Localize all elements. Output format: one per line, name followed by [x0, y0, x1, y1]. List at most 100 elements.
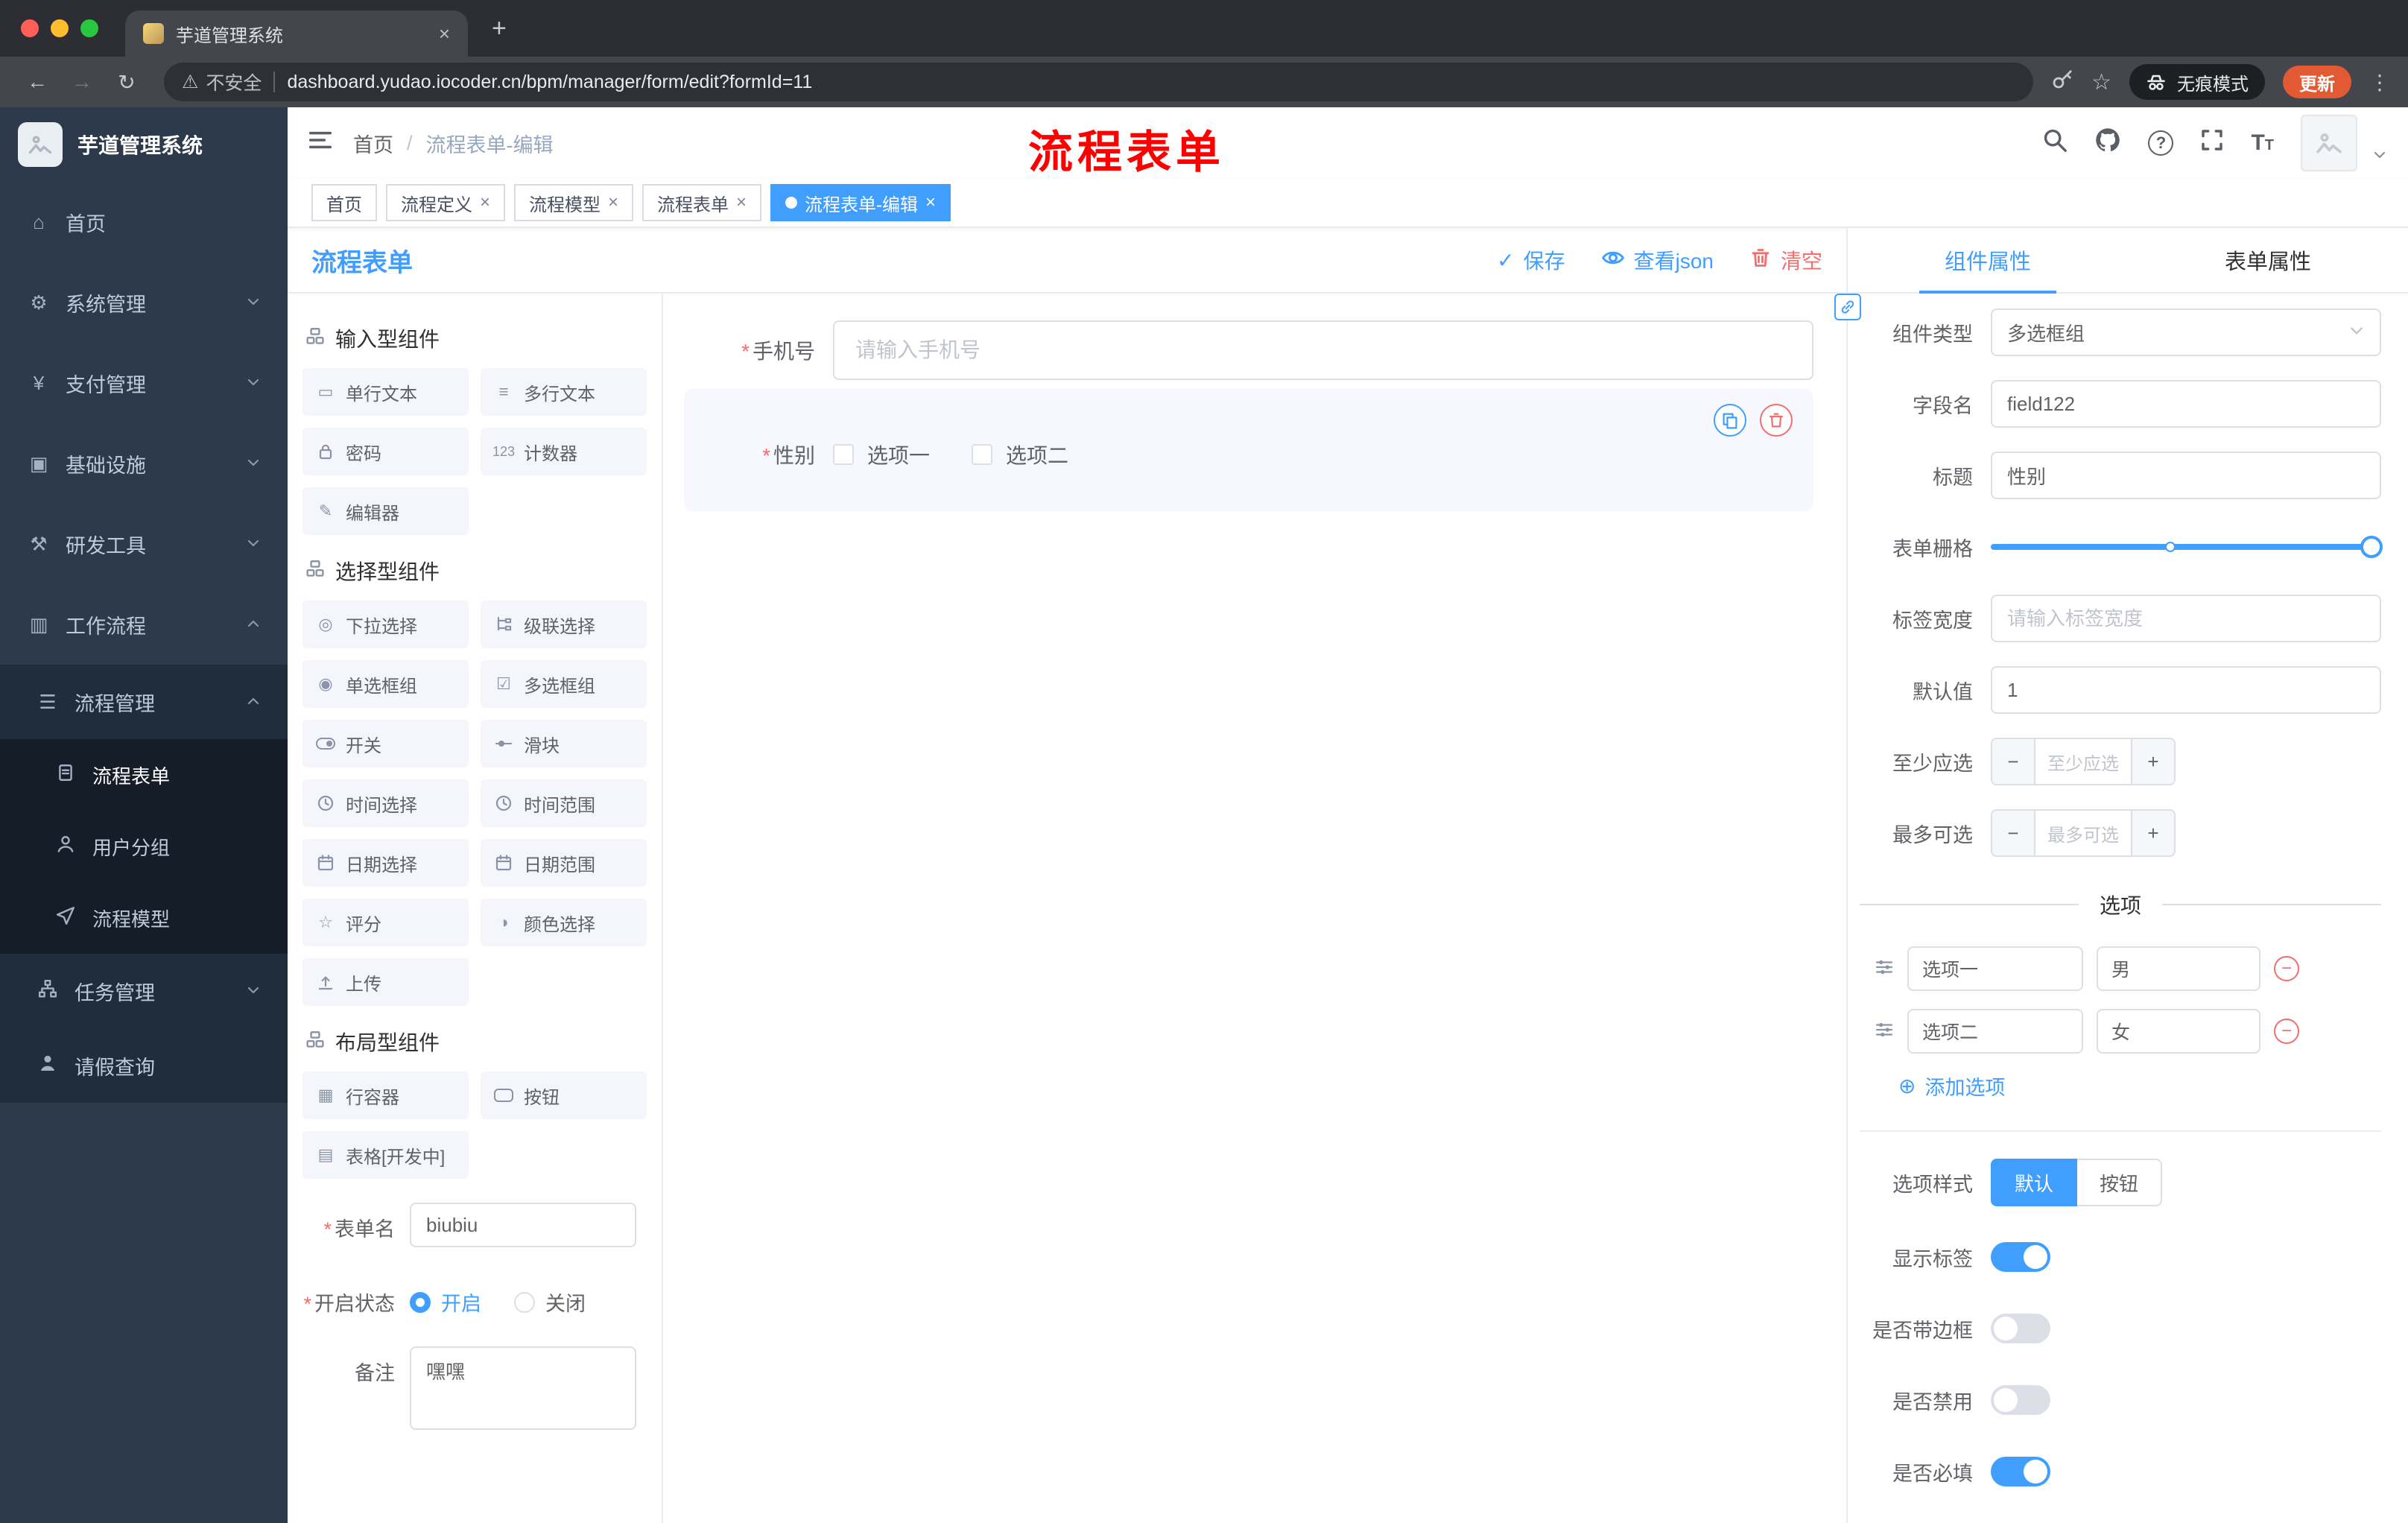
- sidebar-item-task-management[interactable]: 任务管理: [0, 954, 288, 1028]
- back-icon[interactable]: ←: [18, 70, 57, 94]
- sidebar-item-user-groups[interactable]: 用户分组: [0, 811, 288, 882]
- component-slider[interactable]: 滑块: [481, 720, 647, 767]
- component-radio-group[interactable]: ◉ 单选框组: [302, 660, 469, 708]
- form-name-input[interactable]: [410, 1203, 636, 1247]
- sidebar-item-workflow[interactable]: ▥ 工作流程: [0, 584, 288, 665]
- sidebar-item-process-model[interactable]: 流程模型: [0, 882, 288, 954]
- browser-menu-icon[interactable]: ⋮: [2369, 70, 2390, 95]
- minus-icon[interactable]: −: [1992, 811, 2035, 855]
- plus-icon[interactable]: +: [2131, 811, 2174, 855]
- slider-track[interactable]: [1991, 536, 2383, 558]
- tab-component-props[interactable]: 组件属性: [1848, 228, 2128, 292]
- maximize-window-button[interactable]: [80, 19, 98, 37]
- style-default-button[interactable]: 默认: [1991, 1159, 2078, 1206]
- checkbox[interactable]: [972, 444, 993, 465]
- sidebar-item-process-form[interactable]: 流程表单: [0, 739, 288, 811]
- component-counter[interactable]: 123 计数器: [481, 428, 647, 475]
- component-type-select[interactable]: 多选框组: [1991, 308, 2381, 356]
- sidebar-item-home[interactable]: ⌂ 首页: [0, 182, 288, 262]
- bookmark-star-icon[interactable]: ☆: [2091, 69, 2111, 95]
- breadcrumb-home[interactable]: 首页: [353, 129, 393, 158]
- avatar-caret-icon[interactable]: [2372, 141, 2387, 171]
- component-cascader[interactable]: 级联选择: [481, 601, 647, 648]
- component-date-range[interactable]: 日期范围: [481, 839, 647, 887]
- component-time-range[interactable]: 时间范围: [481, 779, 647, 827]
- sidebar-item-leave-query[interactable]: 请假查询: [0, 1028, 288, 1103]
- component-upload[interactable]: 上传: [302, 958, 469, 1006]
- component-rate[interactable]: ☆ 评分: [302, 899, 469, 946]
- gender-field-row[interactable]: * 性别 选项一 选项二: [684, 440, 1790, 469]
- sidebar-item-payment[interactable]: ¥ 支付管理: [0, 343, 288, 423]
- component-select[interactable]: ◎ 下拉选择: [302, 601, 469, 648]
- component-switch[interactable]: 开关: [302, 720, 469, 767]
- drag-handle-icon[interactable]: [1875, 955, 1894, 983]
- form-canvas[interactable]: * 手机号 请输入手机号 * 性别 选项一 选项二: [663, 294, 1846, 1523]
- close-icon[interactable]: ×: [480, 192, 490, 213]
- tag-process-model[interactable]: 流程模型 ×: [514, 184, 634, 221]
- forward-icon[interactable]: →: [63, 70, 101, 94]
- search-icon[interactable]: [2042, 127, 2068, 159]
- new-tab-button[interactable]: +: [492, 14, 507, 43]
- component-table[interactable]: ▤ 表格[开发中]: [302, 1131, 469, 1179]
- remove-option-icon[interactable]: −: [2274, 1019, 2299, 1044]
- component-multi-line-text[interactable]: ≡ 多行文本: [481, 368, 647, 416]
- phone-input[interactable]: [833, 320, 1813, 380]
- sidebar-logo[interactable]: 芋道管理系统: [0, 107, 288, 182]
- security-badge[interactable]: ⚠ 不安全: [182, 69, 262, 95]
- close-icon[interactable]: ×: [925, 192, 936, 213]
- view-json-button[interactable]: 查看json: [1601, 245, 1714, 275]
- gender-option-2[interactable]: 选项二: [972, 440, 1068, 469]
- border-toggle[interactable]: [1991, 1314, 2050, 1343]
- slider-handle[interactable]: [2360, 536, 2383, 558]
- option-value-input[interactable]: [2097, 946, 2260, 991]
- tag-process-form-edit[interactable]: 流程表单-编辑 ×: [770, 184, 951, 221]
- min-select-value[interactable]: 至少应选: [2035, 739, 2131, 784]
- form-remark-textarea[interactable]: 嘿嘿: [410, 1346, 636, 1430]
- link-icon[interactable]: [1834, 294, 1861, 320]
- remove-option-icon[interactable]: −: [2274, 956, 2299, 981]
- key-icon[interactable]: [2051, 68, 2073, 96]
- selected-component-gender[interactable]: * 性别 选项一 选项二: [684, 389, 1813, 511]
- component-single-line-text[interactable]: ▭ 单行文本: [302, 368, 469, 416]
- close-icon[interactable]: ×: [736, 192, 747, 213]
- tab-form-props[interactable]: 表单属性: [2128, 228, 2408, 292]
- show-label-toggle[interactable]: [1991, 1242, 2050, 1272]
- component-password[interactable]: 密码: [302, 428, 469, 475]
- clear-button[interactable]: 清空: [1749, 245, 1822, 275]
- sidebar-item-devtools[interactable]: ⚒ 研发工具: [0, 504, 288, 584]
- gender-option-1[interactable]: 选项一: [833, 440, 930, 469]
- component-checkbox-group[interactable]: ☑ 多选框组: [481, 660, 647, 708]
- status-off-radio[interactable]: 关闭: [514, 1288, 586, 1317]
- tag-home[interactable]: 首页: [311, 184, 377, 221]
- avatar[interactable]: [2301, 115, 2357, 171]
- tag-process-form[interactable]: 流程表单 ×: [642, 184, 762, 221]
- field-name-input[interactable]: [1991, 380, 2381, 428]
- hamburger-icon[interactable]: [308, 128, 332, 158]
- component-editor[interactable]: ✎ 编辑器: [302, 487, 469, 535]
- close-tab-icon[interactable]: ×: [439, 22, 450, 45]
- style-button-button[interactable]: 按钮: [2077, 1159, 2163, 1206]
- tag-process-definition[interactable]: 流程定义 ×: [386, 184, 506, 221]
- component-row-container[interactable]: ▦ 行容器: [302, 1071, 469, 1119]
- component-time-picker[interactable]: 时间选择: [302, 779, 469, 827]
- fullscreen-icon[interactable]: [2200, 128, 2224, 158]
- max-select-value[interactable]: 最多可选: [2035, 811, 2131, 855]
- phone-field-row[interactable]: * 手机号: [684, 320, 1813, 380]
- required-toggle[interactable]: [1991, 1457, 2050, 1486]
- close-icon[interactable]: ×: [608, 192, 618, 213]
- update-button[interactable]: 更新: [2283, 66, 2351, 98]
- label-width-input[interactable]: [1991, 595, 2381, 642]
- component-color-picker[interactable]: ◑ 颜色选择: [481, 899, 647, 946]
- checkbox[interactable]: [833, 444, 854, 465]
- browser-tab[interactable]: 芋道管理系统 ×: [125, 10, 468, 57]
- plus-icon[interactable]: +: [2131, 739, 2174, 784]
- github-icon[interactable]: [2094, 127, 2121, 159]
- drag-handle-icon[interactable]: [1875, 1018, 1894, 1045]
- sidebar-item-infrastructure[interactable]: ▣ 基础设施: [0, 423, 288, 504]
- default-value-input[interactable]: [1991, 666, 2381, 714]
- close-window-button[interactable]: [21, 19, 39, 37]
- disabled-toggle[interactable]: [1991, 1385, 2050, 1415]
- minus-icon[interactable]: −: [1992, 739, 2035, 784]
- copy-component-button[interactable]: [1714, 404, 1746, 437]
- add-option-button[interactable]: ⊕ 添加选项: [1860, 1071, 2381, 1101]
